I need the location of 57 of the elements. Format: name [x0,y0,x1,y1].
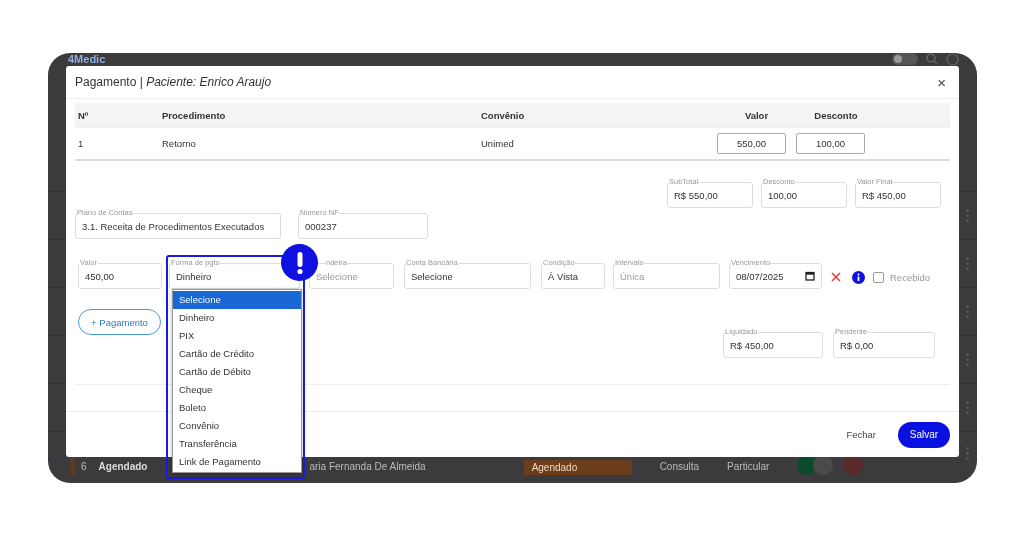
info-icon[interactable] [852,270,865,284]
field-value: R$ 550,00 [674,189,718,201]
plan-text: Particular [727,461,770,472]
dropdown-option[interactable]: Cartão de Crédito [173,345,301,363]
field-value: 100,00 [768,189,798,201]
status-strip [70,455,75,475]
field-value: R$ 450,00 [862,189,906,201]
field-value: R$ 0,00 [840,339,874,351]
help-icon[interactable] [946,53,959,66]
field-value: Dinheiro [176,270,212,282]
discount-input[interactable]: 100,00 [796,133,865,154]
calendar-icon[interactable] [805,271,815,281]
field-placeholder: Única [620,270,645,282]
search-icon[interactable] [926,53,938,65]
table-cell-text: Unimed [480,138,515,149]
received-checkbox[interactable] [873,271,884,283]
status-text: Agendado [98,461,148,472]
patient-name: aria Fernanda De Almeida [309,461,426,472]
field-value: 450,00 [85,270,115,282]
dropdown-option[interactable]: Link de Pagamento [173,453,301,471]
field-value: Selecione [411,270,453,282]
dropdown-option[interactable]: PIX [173,327,301,345]
appointment-type: Consulta [659,461,700,472]
dropdown-option[interactable]: Transferência [173,435,301,453]
status-select[interactable]: Agendado [523,460,632,475]
column-header: Desconto [813,109,859,121]
field-value: 08/07/2025 [736,270,784,282]
dropdown-option[interactable]: Boleto [173,399,301,417]
dropdown-option[interactable]: Dinheiro [173,309,301,327]
save-button[interactable]: Salvar [898,421,950,448]
add-payment-button[interactable]: + Pagamento [78,309,161,335]
field-value: 000237 [305,220,337,232]
row-number: 6 [81,461,87,472]
app-logo: 4Medic [68,53,107,65]
checkbox-label: Recebido [890,271,931,283]
field-value: 3.1. Receita de Procedimentos Executados [82,220,265,232]
table-cell-text: Retorno [161,138,197,149]
column-header: Nº [77,109,90,121]
table-cell-text: 1 [77,138,85,149]
field-value: R$ 450,00 [730,339,774,351]
toggle-switch[interactable] [892,53,918,65]
column-header: Convênio [480,109,526,121]
dropdown-option[interactable]: Selecione [173,291,301,309]
modal-title: Pagamento | Paciente: Enrico Araujo [75,75,272,89]
value-input[interactable]: 550,00 [717,133,786,154]
exclamation-icon [281,244,318,281]
dropdown-option[interactable]: Cartão de Débito [173,363,301,381]
field-value: À Vista [548,270,578,282]
column-header: Procedimento [161,109,227,121]
close-button[interactable]: × [933,73,950,91]
round-action-button[interactable] [843,455,864,475]
column-header: Valor [743,109,770,121]
remove-icon[interactable] [831,272,841,282]
field-placeholder: Selecione [316,270,358,282]
dropdown-option[interactable]: Convênio [173,417,301,435]
close-link-button[interactable]: Fechar [840,428,882,441]
dropdown-option[interactable]: Cheque [173,381,301,399]
